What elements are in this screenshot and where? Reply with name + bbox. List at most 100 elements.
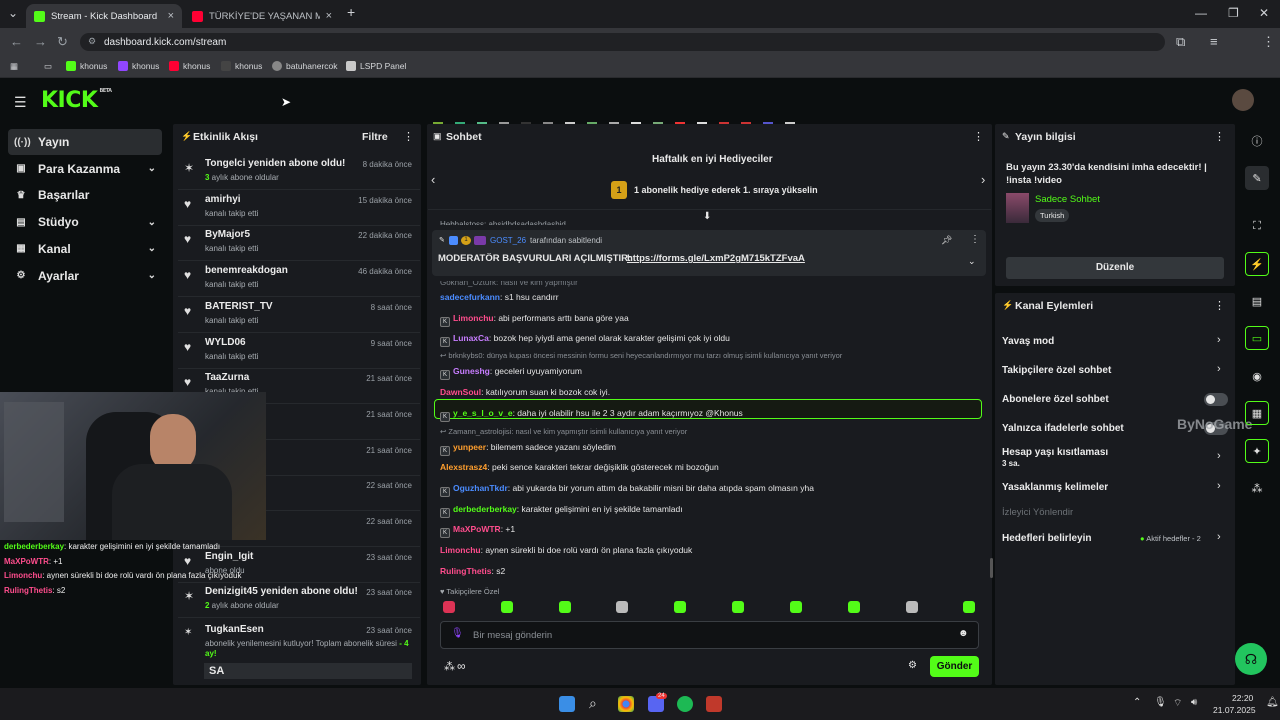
points-rail-icon[interactable]: ⁂	[1245, 476, 1269, 500]
chat-username[interactable]: Limonchu	[440, 545, 481, 555]
chrome-icon[interactable]	[618, 696, 634, 712]
chat-username[interactable]: DawnSoul	[440, 387, 481, 397]
pinned-menu-icon[interactable]: ⋮	[970, 234, 980, 245]
tray-chevron-icon[interactable]: ⌃	[1133, 697, 1141, 708]
tab-kick-dashboard[interactable]: Stream - Kick Dashboard ×	[26, 4, 182, 28]
wrench-icon[interactable]: ✦	[1245, 439, 1269, 463]
folder-icon[interactable]: ▭	[44, 61, 52, 72]
edit-icon[interactable]: ✎	[1245, 166, 1269, 190]
chat-scrollbar[interactable]	[990, 558, 993, 578]
minimize-icon[interactable]: —	[1195, 6, 1207, 20]
chat-settings-icon[interactable]: ⚙	[908, 660, 917, 671]
bookmark-lspd-panel[interactable]: LSPD Panel	[346, 61, 406, 71]
chat-username[interactable]: derbederberkay	[453, 504, 517, 514]
reload-icon[interactable]: ↻	[57, 34, 68, 50]
activity-menu-icon[interactable]: ⋮	[403, 130, 414, 143]
unpin-icon[interactable]: 📌︎	[941, 235, 952, 246]
chat-input[interactable]: 🎙︎ Bir mesaj gönderin ☻	[440, 621, 979, 649]
edit-button[interactable]: Düzenle	[1006, 257, 1224, 279]
channel-action-label[interactable]: Abonelere özel sohbet	[1002, 394, 1109, 405]
chevron-down-icon[interactable]: ⌄	[148, 243, 156, 254]
chat-username[interactable]: Alexstrasz4	[440, 462, 487, 472]
bookmark-khonus-youtube[interactable]: khonus	[169, 61, 210, 71]
emoji-picker-icon[interactable]: ☻	[958, 628, 969, 639]
reading-list-icon[interactable]: ≡	[1210, 34, 1218, 49]
emote-icon[interactable]	[790, 601, 802, 613]
emote-icon[interactable]	[559, 601, 571, 613]
quick-actions-icon[interactable]: ⚡	[1245, 252, 1269, 276]
sidebar-item-parakazanma[interactable]: ▣ Para Kazanma ⌄	[8, 156, 162, 182]
browser-menu-icon[interactable]: ⋮	[1262, 34, 1275, 50]
info-icon[interactable]: ⓘ	[1245, 129, 1269, 153]
emote-icon[interactable]	[848, 601, 860, 613]
pinned-user[interactable]: GOST_26	[490, 236, 526, 245]
emote-icon[interactable]	[616, 601, 628, 613]
chat-username[interactable]: Limonchu	[453, 313, 494, 323]
back-icon[interactable]: ←	[10, 34, 23, 49]
channel-action-label[interactable]: Yalnızca ifadelerle sohbet	[1002, 423, 1124, 434]
chat-username[interactable]: OguzhanTkdr	[453, 483, 508, 493]
stream-info-menu-icon[interactable]: ⋮	[1214, 130, 1225, 143]
apps-icon[interactable]: ▦	[10, 61, 18, 72]
emote-icon[interactable]	[906, 601, 918, 613]
goals-label[interactable]: Hedefleri belirleyin	[1002, 533, 1091, 544]
channel-action-label[interactable]: Yavaş mod	[1002, 336, 1054, 347]
windows-start-icon[interactable]	[559, 696, 575, 712]
bookmark-khonus-kick[interactable]: khonus	[66, 61, 107, 71]
close-tab-icon[interactable]: ×	[326, 10, 332, 22]
prev-arrow-icon[interactable]: ‹	[431, 172, 435, 187]
toggle-switch[interactable]	[1204, 393, 1228, 406]
emote-icon[interactable]	[674, 601, 686, 613]
user-avatar[interactable]	[1232, 89, 1254, 111]
chevron-right-icon[interactable]: ›	[1217, 450, 1221, 462]
tab-search-icon[interactable]: ⌄	[8, 6, 18, 20]
chat-username[interactable]: MaXPoWTR	[453, 524, 501, 534]
filter-button[interactable]: Filtre	[362, 131, 388, 143]
broadcast-icon[interactable]: ◉	[1245, 364, 1269, 388]
mod-tools-icon[interactable]: ▦	[1245, 401, 1269, 425]
notification-icon[interactable]: 🔔︎	[1266, 697, 1279, 708]
bookmark-khonus-x[interactable]: khonus	[221, 61, 262, 71]
chat-username[interactable]: LunaxCa	[453, 333, 489, 343]
sidebar-item-baarlar[interactable]: ♛ Başarılar	[8, 182, 162, 208]
chevron-right-icon[interactable]: ›	[1217, 363, 1221, 375]
tab-youtube[interactable]: TÜRKİYE'DE YAŞANAN MOTOR... ×	[184, 4, 340, 28]
fullscreen-icon[interactable]: ⛶	[1245, 214, 1269, 238]
close-tab-icon[interactable]: ×	[168, 10, 174, 22]
chat-menu-icon[interactable]: ⋮	[973, 130, 984, 143]
scroll-down-icon[interactable]: ⬇	[703, 211, 711, 222]
url-input[interactable]: ⚙ dashboard.kick.com/stream	[80, 33, 1165, 51]
channel-action-label[interactable]: Yasaklanmış kelimeler	[1002, 482, 1108, 493]
clock-date[interactable]: 21.07.2025	[1213, 705, 1256, 715]
clock-time[interactable]: 22:20	[1232, 693, 1253, 703]
spotify-icon[interactable]	[677, 696, 693, 712]
sidebar-item-ayarlar[interactable]: ⚙ Ayarlar ⌄	[8, 263, 162, 289]
bookmark-batuhanercok[interactable]: batuhanercok	[272, 61, 338, 71]
emote-icon[interactable]	[963, 601, 975, 613]
chevron-down-icon[interactable]: ⌄	[148, 163, 156, 174]
wifi-icon[interactable]: ⌔	[1173, 697, 1182, 710]
emote-icon[interactable]	[501, 601, 513, 613]
expand-chevron-icon[interactable]: ⌄	[968, 256, 976, 267]
channel-actions-menu-icon[interactable]: ⋮	[1214, 299, 1225, 312]
hamburger-menu-icon[interactable]: ☰	[14, 94, 27, 111]
microphone-icon[interactable]: 🎙︎	[451, 628, 464, 639]
goals-chevron-icon[interactable]: ›	[1217, 531, 1221, 543]
sidebar-item-kanal[interactable]: ▦ Kanal ⌄	[8, 236, 162, 262]
mic-tray-icon[interactable]: 🎙︎	[1154, 697, 1167, 708]
chat-username[interactable]: yunpeer	[453, 442, 486, 452]
search-icon[interactable]: ⌕	[589, 695, 597, 712]
restore-icon[interactable]: ❐	[1228, 6, 1239, 20]
chevron-down-icon[interactable]: ⌄	[148, 217, 156, 228]
sidebar-item-stdyo[interactable]: ▤ Stüdyo ⌄	[8, 209, 162, 235]
new-tab-icon[interactable]: +	[347, 4, 355, 20]
chat-icon[interactable]: ▭	[1245, 326, 1269, 350]
site-info-icon[interactable]: ⚙	[88, 36, 96, 47]
channel-action-label[interactable]: Takipçilere özel sohbet	[1002, 365, 1111, 376]
next-arrow-icon[interactable]: ›	[981, 172, 985, 187]
emote-icon[interactable]	[443, 601, 455, 613]
points-icon[interactable]: ⁂	[444, 660, 455, 673]
extensions-icon[interactable]: ⧉	[1176, 34, 1185, 50]
chat-username[interactable]: sadecefurkann	[440, 292, 500, 302]
bookmark-khonus-twitch[interactable]: khonus	[118, 61, 159, 71]
